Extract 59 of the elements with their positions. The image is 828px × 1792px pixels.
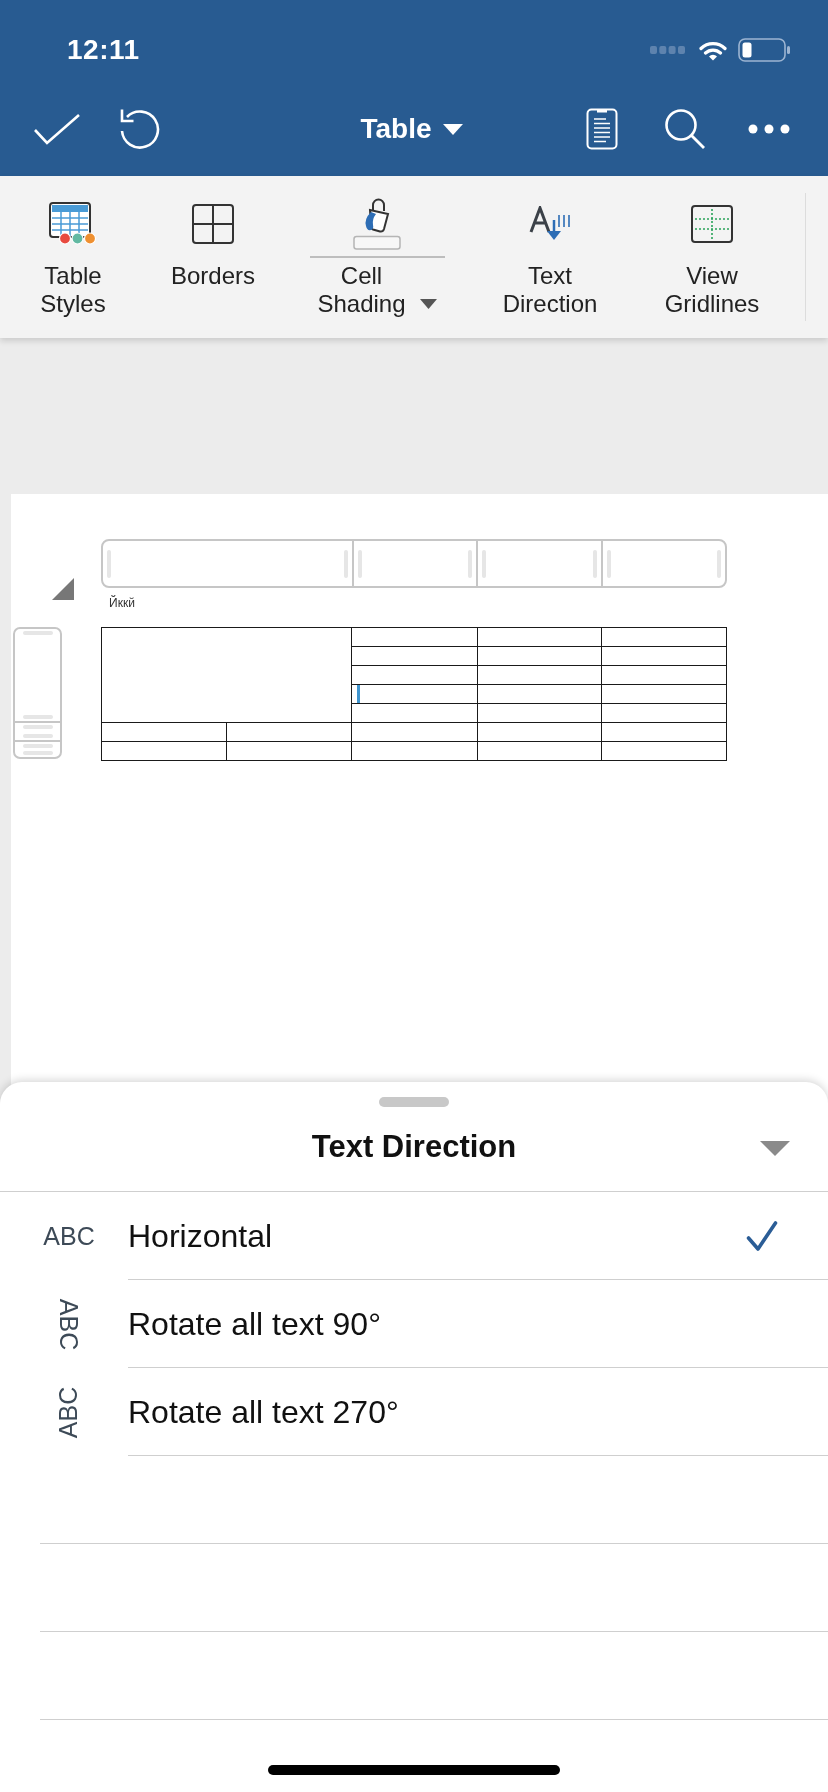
caret-icon — [419, 299, 437, 309]
table-cell[interactable] — [478, 685, 602, 704]
table-cell[interactable] — [102, 742, 227, 761]
wifi-icon — [699, 39, 727, 61]
direction-sample: ABC — [54, 1298, 84, 1350]
ribbon-button[interactable]: Cell Shading — [309, 198, 445, 318]
direction-option[interactable]: ABC Horizontal — [0, 1192, 828, 1280]
table-cell[interactable] — [478, 742, 602, 761]
table-cell[interactable] — [602, 647, 727, 666]
table-cell[interactable] — [478, 628, 602, 647]
table-cell[interactable] — [602, 723, 727, 742]
direction-option[interactable]: ABC Rotate all text 270° — [0, 1368, 828, 1456]
ribbon-tab-dropdown[interactable]: Table — [360, 112, 463, 146]
table-cell[interactable] — [352, 742, 478, 761]
gridlines-icon — [691, 205, 733, 243]
table-cell[interactable] — [352, 685, 478, 704]
table-cell[interactable] — [102, 628, 352, 723]
table-cell[interactable] — [602, 628, 727, 647]
table-cell[interactable] — [352, 723, 478, 742]
table-cell[interactable] — [102, 723, 227, 742]
phone-view-icon[interactable] — [586, 108, 618, 150]
corner-triangle-icon[interactable] — [52, 578, 74, 600]
table-cell[interactable] — [227, 723, 352, 742]
direction-sample: ABC — [43, 1221, 95, 1251]
undo-icon[interactable] — [118, 108, 160, 150]
caret-icon[interactable] — [760, 1140, 790, 1156]
sheet-handle[interactable] — [379, 1097, 449, 1107]
table-cell[interactable] — [478, 647, 602, 666]
table-cell[interactable] — [352, 704, 478, 723]
paint-bucket-icon — [353, 198, 401, 250]
table-cell[interactable] — [352, 647, 478, 666]
table-cell[interactable] — [352, 666, 478, 685]
table-cell[interactable] — [478, 723, 602, 742]
direction-option[interactable]: ABC Rotate all text 90° — [0, 1280, 828, 1368]
signal-icon — [650, 46, 685, 54]
table-cell[interactable] — [602, 685, 727, 704]
table-cell[interactable] — [478, 666, 602, 685]
ribbon-button[interactable]: View Gridlines — [664, 198, 760, 318]
more-icon[interactable] — [748, 124, 790, 134]
ribbon-button[interactable]: Text Direction — [502, 198, 598, 318]
table-cell[interactable] — [602, 666, 727, 685]
ribbon-button[interactable]: Table Styles — [40, 198, 106, 318]
text-direction-icon — [529, 206, 571, 242]
caret-icon — [442, 123, 463, 135]
table-cell[interactable] — [602, 704, 727, 723]
check-icon[interactable] — [33, 113, 81, 145]
borders-icon — [192, 204, 234, 244]
sheet-title: Text Direction — [311, 1128, 517, 1166]
table-cell[interactable] — [227, 742, 352, 761]
battery-icon — [738, 38, 790, 62]
ribbon-button[interactable]: Borders — [170, 198, 255, 290]
table-cell[interactable] — [602, 742, 727, 761]
table-cell[interactable] — [478, 704, 602, 723]
table-label: Йккй — [109, 596, 135, 610]
search-icon[interactable] — [664, 108, 706, 150]
table-styles-icon — [49, 202, 97, 246]
table-cell[interactable] — [352, 628, 478, 647]
status-time: 12:11 — [67, 33, 140, 67]
direction-sample: ABC — [54, 1386, 84, 1438]
